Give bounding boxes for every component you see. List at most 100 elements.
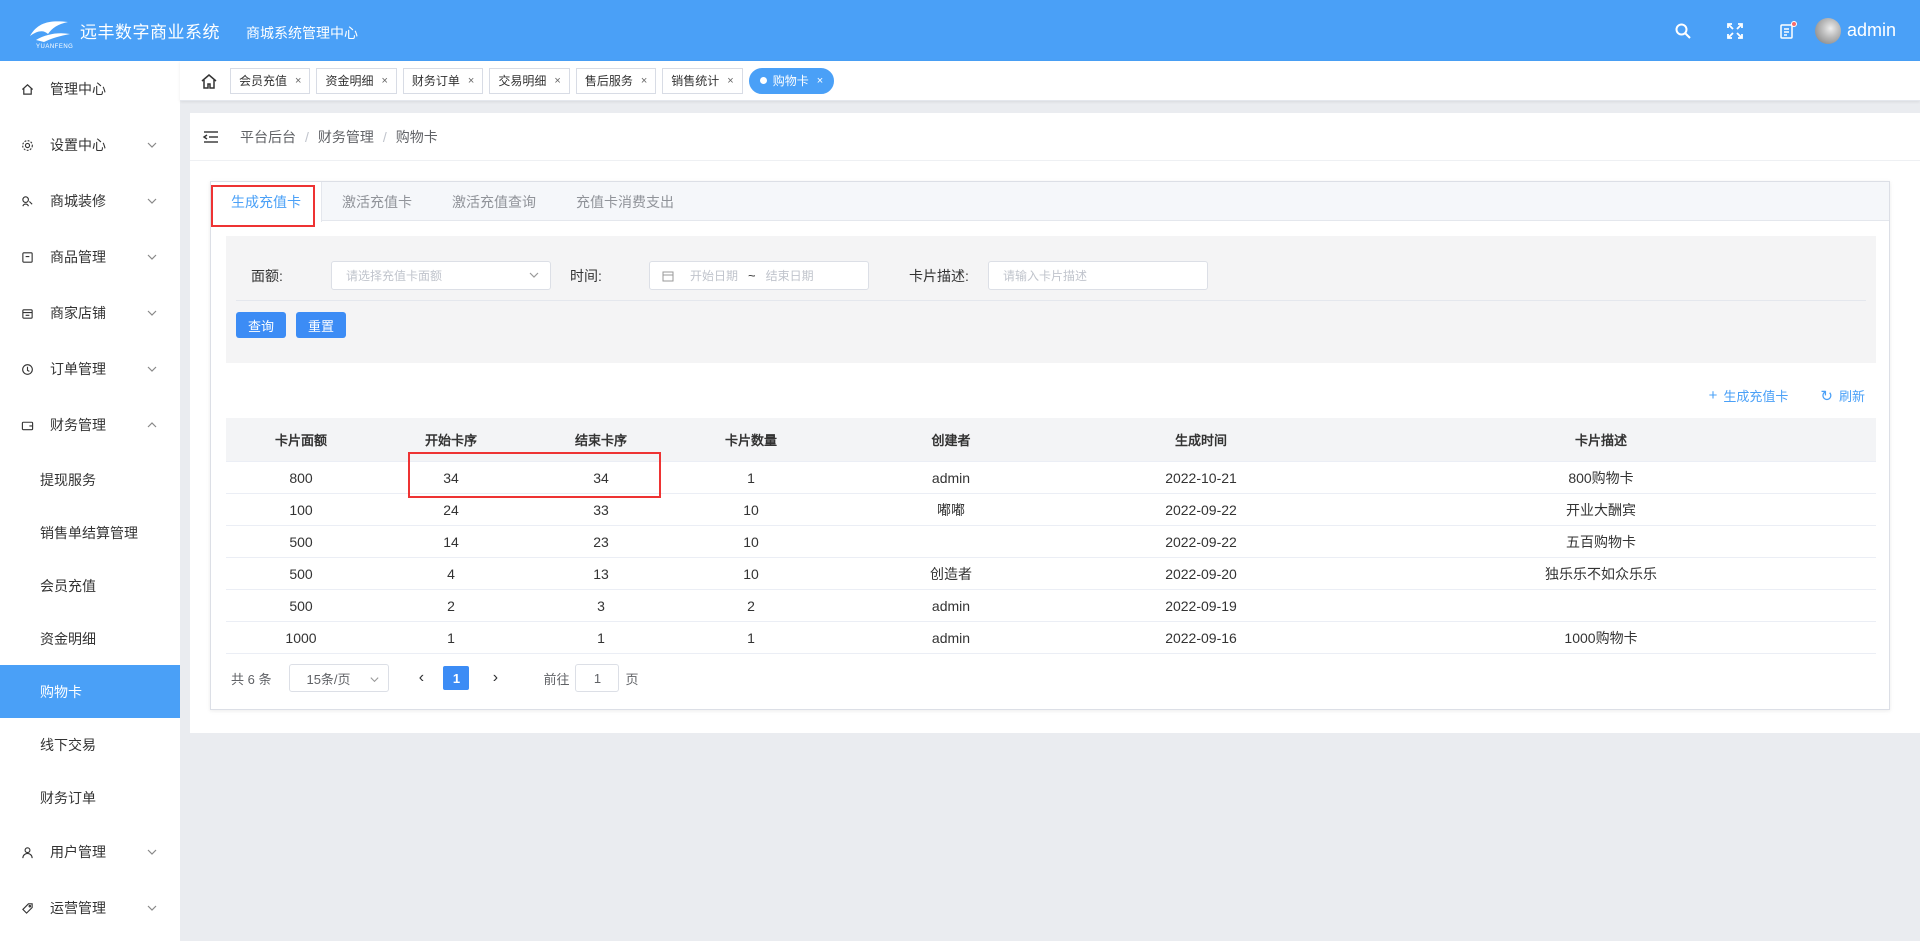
breadcrumb-item[interactable]: 平台后台 [240,127,296,147]
tags-view-bar: 会员充值 × 资金明细 × 财务订单 × 交易明细 × 售后服务 × 销售统计 × 购物卡 × [180,61,1920,101]
close-icon[interactable]: × [295,75,301,87]
header-subtitle: 商城系统管理中心 [246,24,358,41]
sidebar-sub-withdraw[interactable]: 提现服务 [0,453,180,506]
current-page[interactable]: 1 [443,666,470,690]
chevron-down-icon [369,673,380,684]
search-icon[interactable] [1673,21,1693,41]
generate-card-button[interactable]: + 生成充值卡 [1709,386,1789,405]
header-tools: admin [1641,0,1896,61]
chevron-down-icon [146,901,158,913]
sidebar-item-operations[interactable]: 运营管理 [0,880,180,936]
table-row[interactable]: 100 24 33 10 嘟嘟 2022-09-22 开业大酬宾 [226,494,1876,526]
sidebar-item-settings[interactable]: 设置中心 [0,117,180,173]
chevron-down-icon [146,306,158,318]
close-icon[interactable]: × [817,75,823,87]
total-count: 共 6 条 [231,671,272,687]
sidebar-sub-settlement[interactable]: 销售单结算管理 [0,506,180,559]
desc-input[interactable]: 请输入卡片描述 [988,261,1208,290]
close-icon[interactable]: × [554,75,560,87]
sidebar-sub-shopping-card[interactable]: 购物卡 [0,665,180,718]
order-icon [20,362,34,376]
chevron-down-icon [146,138,158,150]
tag-transaction-detail[interactable]: 交易明细 × [489,67,570,94]
box-icon [20,250,34,264]
avatar[interactable] [1814,17,1841,44]
tab-activation-query[interactable]: 激活充值查询 [432,182,556,221]
date-start-input[interactable]: 开始日期 [690,267,738,284]
sidebar-sub-finance-orders[interactable]: 财务订单 [0,771,180,824]
desc-label: 卡片描述: [909,268,969,284]
notification-icon[interactable] [1777,20,1797,41]
close-icon[interactable]: × [727,75,733,87]
close-icon[interactable]: × [641,75,647,87]
prev-page-button[interactable]: ‹ [411,668,431,688]
table-actions: + 生成充值卡 ↻ 刷新 [1677,386,1865,405]
amount-select[interactable]: 请选择充值卡面额 [331,261,551,290]
tag-finance-orders[interactable]: 财务订单 × [402,67,484,94]
close-icon[interactable]: × [468,75,474,87]
sidebar-item-dashboard[interactable]: 管理中心 [0,61,180,117]
card-table: 卡片面额 开始卡序 结束卡序 卡片数量 创建者 生成时间 卡片描述 800 34… [226,418,1876,654]
logo-bird-icon: YUANFENG [28,16,73,50]
next-page-button[interactable]: › [485,668,505,688]
active-dot-icon [759,77,767,84]
sidebar: 管理中心 设置中心 商城装修 商品管理 商家店铺 订单管理 财务管理 提现服务 … [0,61,180,941]
tag-after-sales[interactable]: 售后服务 × [575,67,657,94]
calendar-icon [662,270,674,282]
sidebar-sub-fund-detail[interactable]: 资金明细 [0,612,180,665]
gear-icon [20,138,34,152]
tabs: 生成充值卡 激活充值卡 激活充值查询 充值卡消费支出 [211,182,1889,227]
sidebar-item-finance[interactable]: 财务管理 [0,397,180,453]
date-end-input[interactable]: 结束日期 [766,267,814,284]
goto-label: 前往 [543,671,570,687]
header-desc: 卡片描述 [1574,433,1627,448]
refresh-button[interactable]: ↻ 刷新 [1820,386,1865,405]
chevron-down-icon [146,362,158,374]
table-row[interactable]: 500 2 3 2 admin 2022-09-19 [226,590,1876,622]
user-icon [20,845,34,859]
date-range-picker[interactable]: 开始日期 ~ 结束日期 [649,261,869,290]
tab-activate-card[interactable]: 激活充值卡 [322,182,432,221]
chevron-down-icon [528,269,540,281]
tag-sales-stats[interactable]: 销售统计 × [662,67,743,94]
logo[interactable]: YUANFENG 远丰数字商业系统 [28,16,220,50]
wallet-icon [20,418,34,432]
reset-button[interactable]: 重置 [296,312,346,338]
menu-fold-icon[interactable] [202,128,220,146]
fullscreen-icon[interactable] [1725,21,1745,41]
chevron-down-icon [146,194,158,206]
tab-card-consumption[interactable]: 充值卡消费支出 [556,182,694,221]
shop-icon [20,306,34,320]
tag-member-recharge[interactable]: 会员充值 × [230,67,311,94]
page-suffix: 页 [625,671,639,687]
goto-page-input[interactable]: 1 [575,664,620,692]
chevron-down-icon [146,250,158,262]
search-button[interactable]: 查询 [236,312,286,338]
tag-shopping-card[interactable]: 购物卡 × [748,67,835,94]
username[interactable]: admin [1847,20,1896,41]
refresh-icon: ↻ [1820,387,1833,405]
sidebar-sub-recharge[interactable]: 会员充值 [0,559,180,612]
home-icon[interactable] [200,72,218,90]
table-row[interactable]: 1000 1 1 1 admin 2022-09-16 1000购物卡 [226,622,1876,654]
sidebar-sub-offline[interactable]: 线下交易 [0,718,180,771]
highlight-box [408,452,661,498]
highlight-box [211,185,315,227]
sidebar-item-shops[interactable]: 商家店铺 [0,285,180,341]
page-size-select[interactable]: 15条/页 [289,664,390,692]
home-icon [20,82,34,96]
breadcrumb: 平台后台 / 财务管理 / 购物卡 [190,113,1920,161]
close-icon[interactable]: × [381,75,387,87]
sidebar-item-decoration[interactable]: 商城装修 [0,173,180,229]
breadcrumb-item[interactable]: 财务管理 [318,127,374,147]
sidebar-item-users[interactable]: 用户管理 [0,824,180,880]
sidebar-item-products[interactable]: 商品管理 [0,229,180,285]
sidebar-item-orders[interactable]: 订单管理 [0,341,180,397]
notification-badge [1790,20,1797,27]
tag-fund-detail[interactable]: 资金明细 × [316,67,397,94]
table-row[interactable]: 500 14 23 10 2022-09-22 五百购物卡 [226,526,1876,558]
filter-form: 面额: 请选择充值卡面额 时间: 开始日期 ~ 结束日期 卡片描述: 请输入卡片… [226,236,1876,363]
header-end: 结束卡序 [574,433,627,448]
table-row[interactable]: 500 4 13 10 创造者 2022-09-20 独乐乐不如众乐乐 [226,558,1876,590]
breadcrumb-item: 购物卡 [395,128,438,145]
